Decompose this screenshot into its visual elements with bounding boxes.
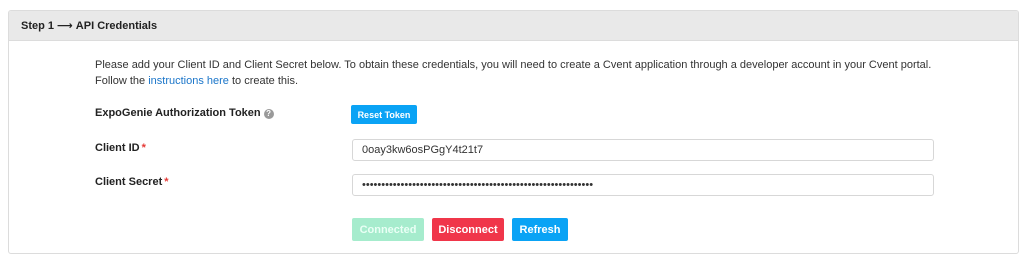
card-title: API Credentials <box>75 19 158 32</box>
instructions-link[interactable]: instructions here <box>148 75 229 87</box>
required-marker: * <box>141 142 146 154</box>
disconnect-button[interactable]: Disconnect <box>432 218 504 241</box>
connected-button[interactable]: Connected <box>352 218 424 241</box>
client-id-input[interactable] <box>352 139 934 161</box>
intro-text: Please add your Client ID and Client Sec… <box>95 59 932 87</box>
reset-token-button[interactable]: Reset Token <box>351 105 417 124</box>
client-id-label: Client ID * <box>95 142 146 154</box>
card-header: Step 1 ⟶ API Credentials <box>9 11 1018 41</box>
refresh-button[interactable]: Refresh <box>512 218 568 241</box>
auth-token-label: ExpoGenie Authorization Token? <box>95 107 274 119</box>
api-credentials-card: Step 1 ⟶ API Credentials Please add your… <box>8 10 1019 254</box>
step-label: Step 1 <box>21 19 55 32</box>
arrow-right-icon: ⟶ <box>57 20 73 32</box>
required-marker: * <box>164 176 169 188</box>
client-secret-label: Client Secret * <box>95 176 169 188</box>
question-circle-icon[interactable]: ? <box>263 109 274 119</box>
client-secret-input[interactable] <box>352 174 934 196</box>
